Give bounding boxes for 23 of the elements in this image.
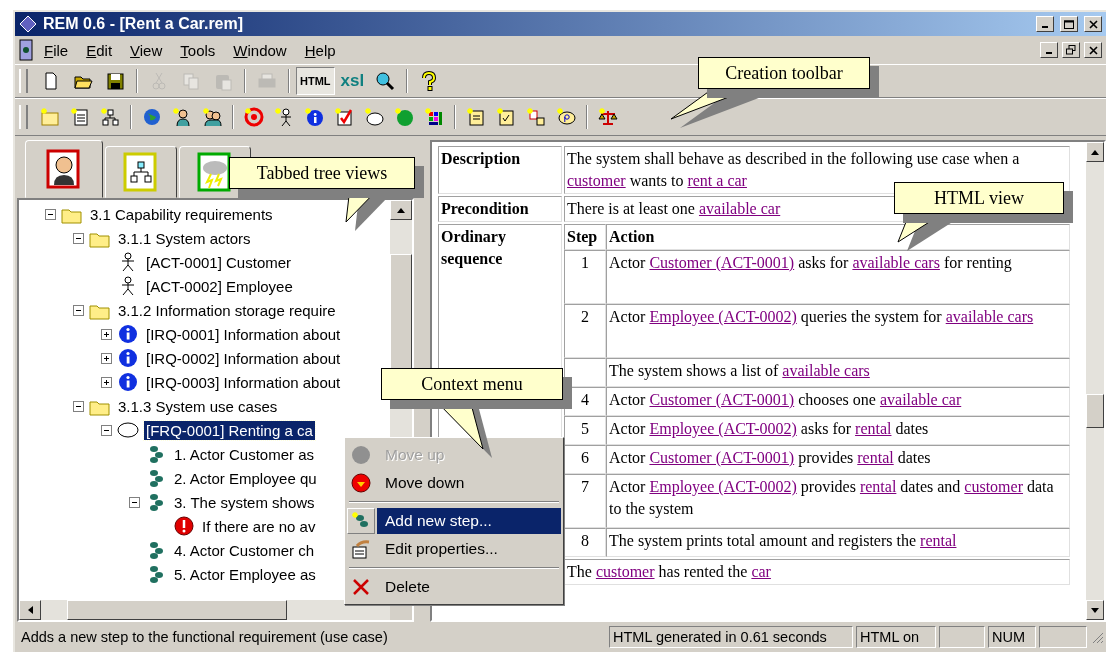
- cell-text: Actor Employee (ACT-0002) provides rental dates and customer data to the system: [609, 478, 1054, 517]
- cell-text: Actor Customer (ACT-0001) chooses one available car: [609, 391, 962, 408]
- column-header: Step: [564, 224, 606, 250]
- window-title: REM 0.6 - [Rent a Car.rem]: [43, 15, 245, 33]
- cell-text: Actor Employee (ACT-0002) queries the system for available cars: [609, 308, 1034, 325]
- cell-text: The system shows a list of available cars: [609, 362, 870, 379]
- status-panel: HTML on: [856, 626, 936, 648]
- cell-text: The customer has rented the car: [567, 563, 771, 580]
- step-number: 1: [564, 250, 606, 304]
- status-panel: NUM: [988, 626, 1036, 648]
- step-number: 2: [564, 304, 606, 358]
- status-panel: HTML generated in 0.61 seconds: [609, 626, 853, 648]
- cell-text: The system prints total amount and registers the rental: [609, 532, 957, 549]
- row-label: Ordinary sequence: [441, 228, 506, 267]
- column-header: Action: [606, 224, 1070, 250]
- cell-text: There is at least one available car: [567, 200, 781, 217]
- row-label: Description: [441, 150, 521, 167]
- cell-text: Actor Customer (ACT-0001) asks for available cars for renting: [609, 254, 1012, 271]
- cell-text: Actor Customer (ACT-0001) provides rental dates: [609, 449, 931, 466]
- step-number: 5: [564, 416, 606, 445]
- row-label: Precondition: [441, 200, 529, 217]
- status-message: Adds a new step to the functional requirement (use case): [20, 628, 389, 647]
- cell-text: Actor Employee (ACT-0002) asks for rental dates: [609, 420, 929, 437]
